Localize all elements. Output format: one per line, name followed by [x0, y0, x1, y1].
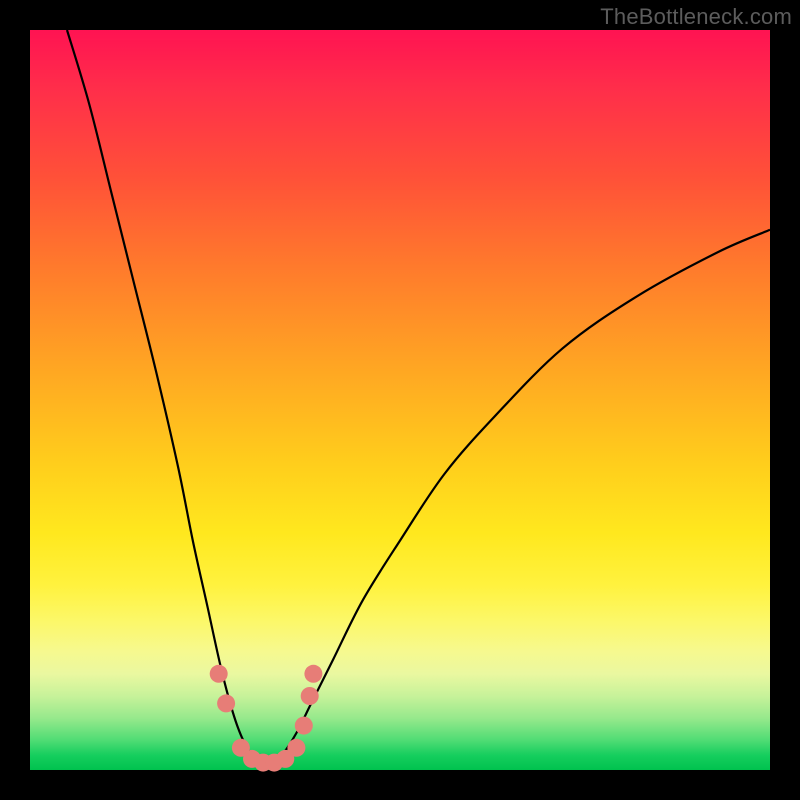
valley-marker [210, 665, 228, 683]
valley-marker [287, 739, 305, 757]
valley-markers [210, 665, 323, 772]
plot-area [30, 30, 770, 770]
valley-marker [295, 717, 313, 735]
valley-marker [301, 687, 319, 705]
bottleneck-curve [67, 30, 770, 763]
watermark-text: TheBottleneck.com [600, 4, 792, 30]
chart-frame: TheBottleneck.com [0, 0, 800, 800]
curve-layer [30, 30, 770, 770]
valley-marker [304, 665, 322, 683]
valley-marker [217, 694, 235, 712]
